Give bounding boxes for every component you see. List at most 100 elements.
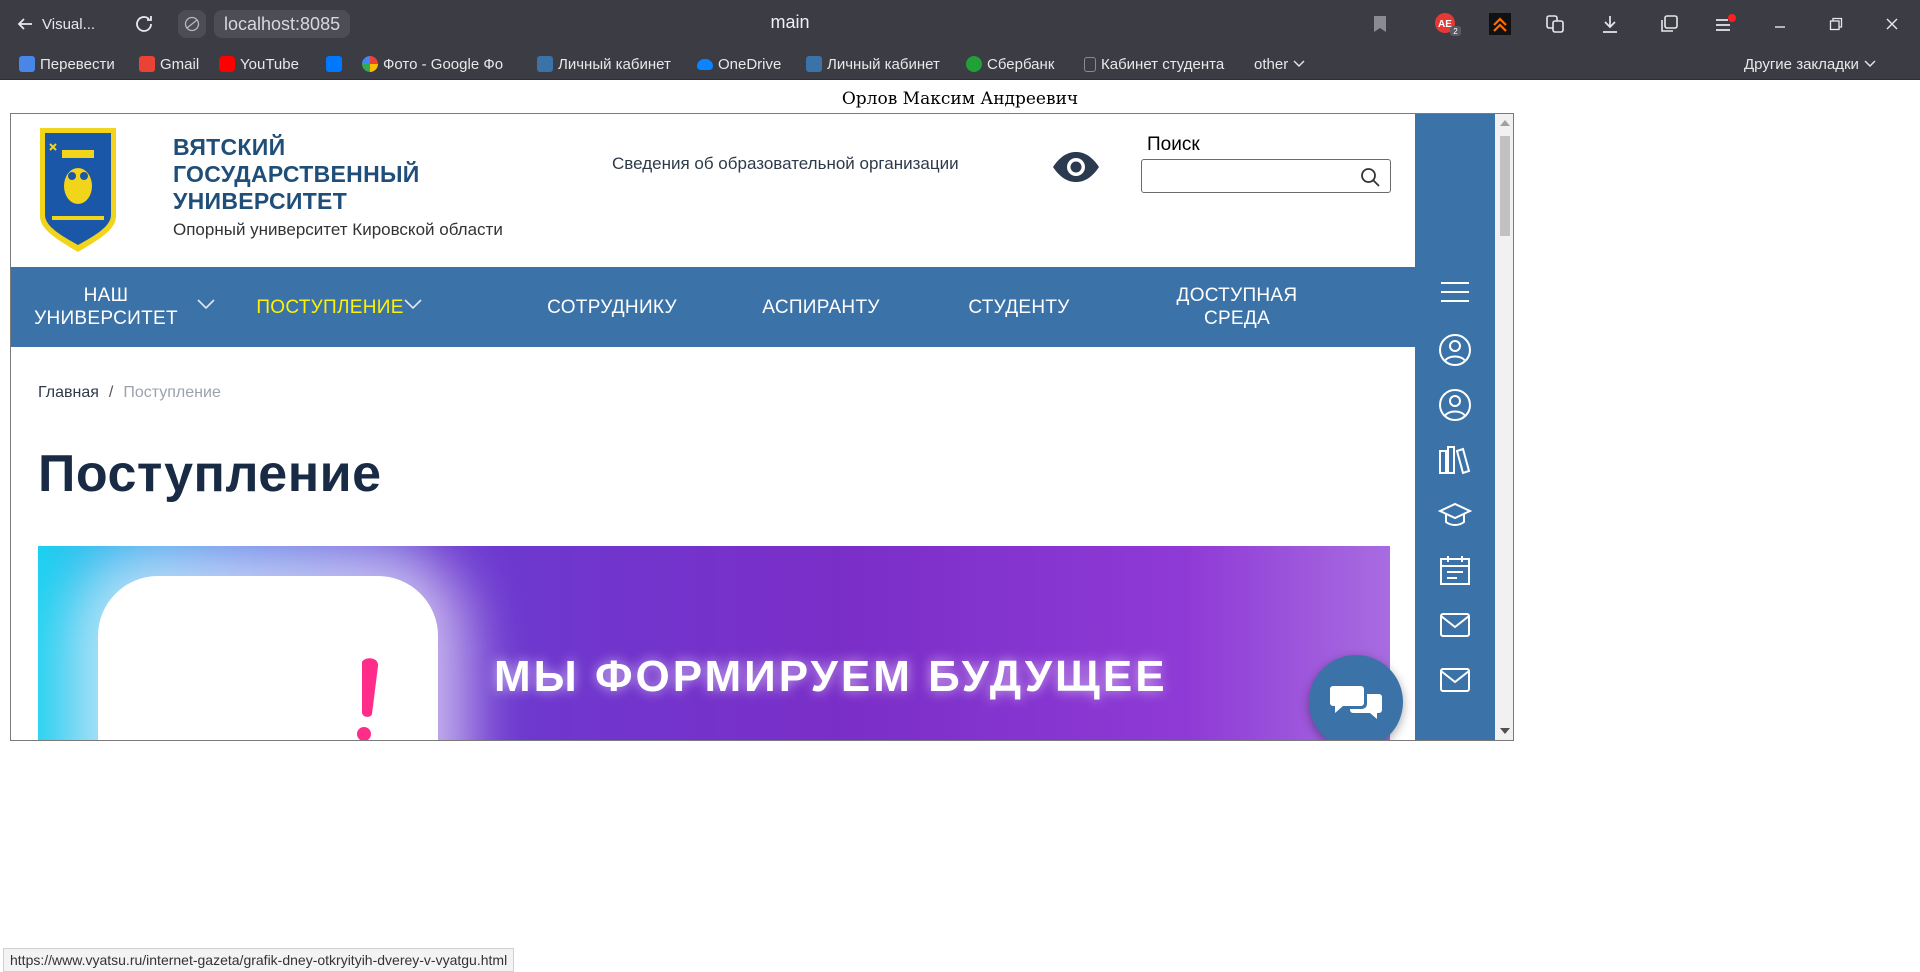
bookmark-vk[interactable] — [326, 54, 342, 74]
nav-label: СОТРУДНИКУ — [547, 296, 677, 318]
university-logo[interactable] — [38, 126, 118, 254]
side-mail-button[interactable] — [1437, 607, 1473, 643]
bookmark-label: Личный кабинет — [827, 55, 940, 73]
vk-icon — [326, 56, 342, 72]
other-bookmarks-label: Другие закладки — [1744, 55, 1859, 73]
side-education-button[interactable] — [1437, 497, 1473, 533]
graduation-cap-icon — [1438, 502, 1472, 526]
eye-icon[interactable] — [1051, 150, 1101, 184]
menu-button[interactable] — [1713, 12, 1737, 36]
nav-label: СТУДЕНТУ — [968, 296, 1070, 318]
downloads-button[interactable] — [1598, 12, 1622, 36]
breadcrumb-home[interactable]: Главная — [38, 384, 99, 402]
banner-glow-shape — [98, 576, 438, 740]
bookmark-personal-account[interactable]: Личный кабинет — [537, 54, 671, 74]
other-bookmarks-folder[interactable]: Другие закладки — [1744, 54, 1876, 74]
bookmark-youtube[interactable]: YouTube — [219, 54, 299, 74]
breadcrumb: Главная / Поступление — [38, 384, 221, 402]
tabs-button[interactable] — [1657, 12, 1681, 36]
bookmark-label: OneDrive — [718, 55, 782, 73]
university-subtitle: Опорный университет Кировской области — [173, 220, 503, 239]
bookmark-personal-account-2[interactable]: Личный кабинет — [806, 54, 940, 74]
restore-button[interactable] — [1824, 12, 1848, 36]
bookmark-translate[interactable]: Перевести — [19, 54, 115, 74]
scroll-down-arrow-icon[interactable] — [1499, 726, 1511, 736]
page-title: Поступление — [38, 445, 382, 503]
chevron-down-icon[interactable] — [403, 297, 423, 311]
side-account-button[interactable] — [1437, 332, 1473, 368]
collections-button[interactable] — [1543, 12, 1567, 36]
bookmark-label: Кабинет студента — [1101, 55, 1225, 73]
bookmark-gmail[interactable]: Gmail — [139, 54, 199, 74]
embedded-site-frame: ВЯТСКИЙ ГОСУДАРСТВЕННЫЙ УНИВЕРСИТЕТ Опор… — [10, 113, 1514, 741]
bookmark-onedrive[interactable]: OneDrive — [697, 54, 781, 74]
hamburger-notification-icon — [1716, 14, 1736, 31]
breadcrumb-separator: / — [108, 384, 114, 401]
bookmark-sberbank[interactable]: Сбербанк — [966, 54, 1054, 74]
owl-icon — [806, 56, 822, 72]
search-icon[interactable] — [1360, 167, 1380, 187]
chat-bubbles-icon — [1330, 686, 1382, 719]
scrollbar-thumb[interactable] — [1500, 136, 1510, 236]
close-button[interactable] — [1880, 12, 1904, 36]
nav-item-accessible-environment[interactable]: ДОСТУПНАЯ СРЕДА — [1157, 267, 1317, 347]
bookmark-folder-other[interactable]: other — [1254, 54, 1305, 74]
minimize-button[interactable] — [1768, 12, 1792, 36]
adblock-extension-button[interactable]: AE 2 — [1434, 12, 1462, 36]
side-schedule-button[interactable] — [1437, 552, 1473, 588]
extension-badge: 2 — [1453, 27, 1458, 36]
chat-button[interactable] — [1309, 655, 1403, 740]
url-text[interactable]: localhost:8085 — [214, 10, 351, 38]
side-library-button[interactable] — [1437, 442, 1473, 478]
side-mail-button-2[interactable] — [1437, 662, 1473, 698]
quick-access-panel — [1415, 114, 1495, 740]
mail-icon — [1440, 613, 1470, 637]
promo-banner[interactable]: МЫ ФОРМИРУЕМ БУДУЩЕЕ — [38, 546, 1390, 740]
bookmark-label: YouTube — [240, 55, 299, 73]
bookmark-student-cabinet[interactable]: Кабинет студента — [1084, 54, 1224, 74]
back-button[interactable]: Visual... — [16, 12, 95, 36]
nav-label-line-2: СРЕДА — [1203, 308, 1271, 329]
nav-label: АСПИРАНТУ — [762, 296, 880, 318]
bookmark-label: Фото - Google Фо — [383, 55, 504, 73]
organization-info-link[interactable]: Сведения об образовательной организации — [612, 154, 959, 174]
gmail-icon — [139, 56, 155, 72]
bookmark-page-button[interactable] — [1368, 12, 1392, 36]
main-navigation: НАШ УНИВЕРСИТЕТ ПОСТУПЛЕНИЕ СОТРУДНИКУ АС… — [11, 267, 1415, 347]
collections-icon — [1546, 15, 1564, 33]
nav-item-our-university[interactable]: НАШ УНИВЕРСИТЕТ — [25, 267, 187, 347]
side-menu-button[interactable] — [1437, 274, 1473, 310]
back-tab-label: Visual... — [42, 15, 96, 33]
status-bar-url: https://www.vyatsu.ru/internet-gazeta/gr… — [3, 948, 515, 972]
nav-item-employee[interactable]: СОТРУДНИКУ — [526, 267, 698, 347]
nav-item-admission[interactable]: ПОСТУПЛЕНИЕ — [249, 267, 411, 347]
calendar-icon — [1440, 556, 1470, 585]
side-account-button-2[interactable] — [1437, 387, 1473, 423]
translate-icon — [19, 56, 35, 72]
google-photos-icon — [362, 56, 378, 72]
nav-label-line-1: ДОСТУПНАЯ — [1176, 285, 1298, 306]
scroll-up-arrow-icon[interactable] — [1499, 118, 1511, 128]
onedrive-icon — [697, 58, 713, 70]
user-circle-icon — [1439, 334, 1471, 366]
search-label: Поиск — [1147, 134, 1200, 155]
nav-item-student[interactable]: СТУДЕНТУ — [949, 267, 1089, 347]
site-header: ВЯТСКИЙ ГОСУДАРСТВЕННЫЙ УНИВЕРСИТЕТ Опор… — [11, 114, 1415, 267]
address-bar[interactable]: localhost:8085 — [178, 10, 351, 38]
frame-scrollbar[interactable] — [1495, 114, 1513, 740]
chevron-down-icon[interactable] — [196, 297, 216, 311]
tab-title: main — [770, 12, 810, 32]
extension-button[interactable] — [1488, 12, 1512, 36]
university-name[interactable]: ВЯТСКИЙ ГОСУДАРСТВЕННЫЙ УНИВЕРСИТЕТ — [173, 134, 420, 215]
chevron-down-icon — [1293, 60, 1305, 67]
reload-button[interactable] — [132, 12, 156, 36]
bookmark-icon — [1374, 16, 1386, 32]
bookmark-google-photos[interactable]: Фото - Google Фо — [362, 54, 503, 74]
browser-toolbar: Visual... localhost:8085 main AE 2 — [0, 0, 1920, 48]
bookmark-label: Сбербанк — [987, 55, 1055, 73]
search-input[interactable] — [1142, 160, 1352, 192]
site-info-icon[interactable] — [178, 10, 206, 38]
exclamation-icon — [357, 658, 379, 740]
page-icon — [1084, 56, 1096, 72]
nav-item-postgraduate[interactable]: АСПИРАНТУ — [741, 267, 901, 347]
